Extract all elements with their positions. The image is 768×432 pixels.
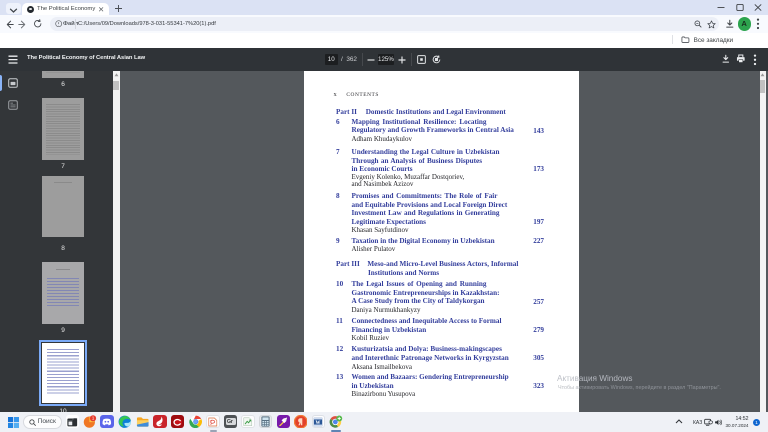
svg-text:W: W xyxy=(316,421,321,426)
